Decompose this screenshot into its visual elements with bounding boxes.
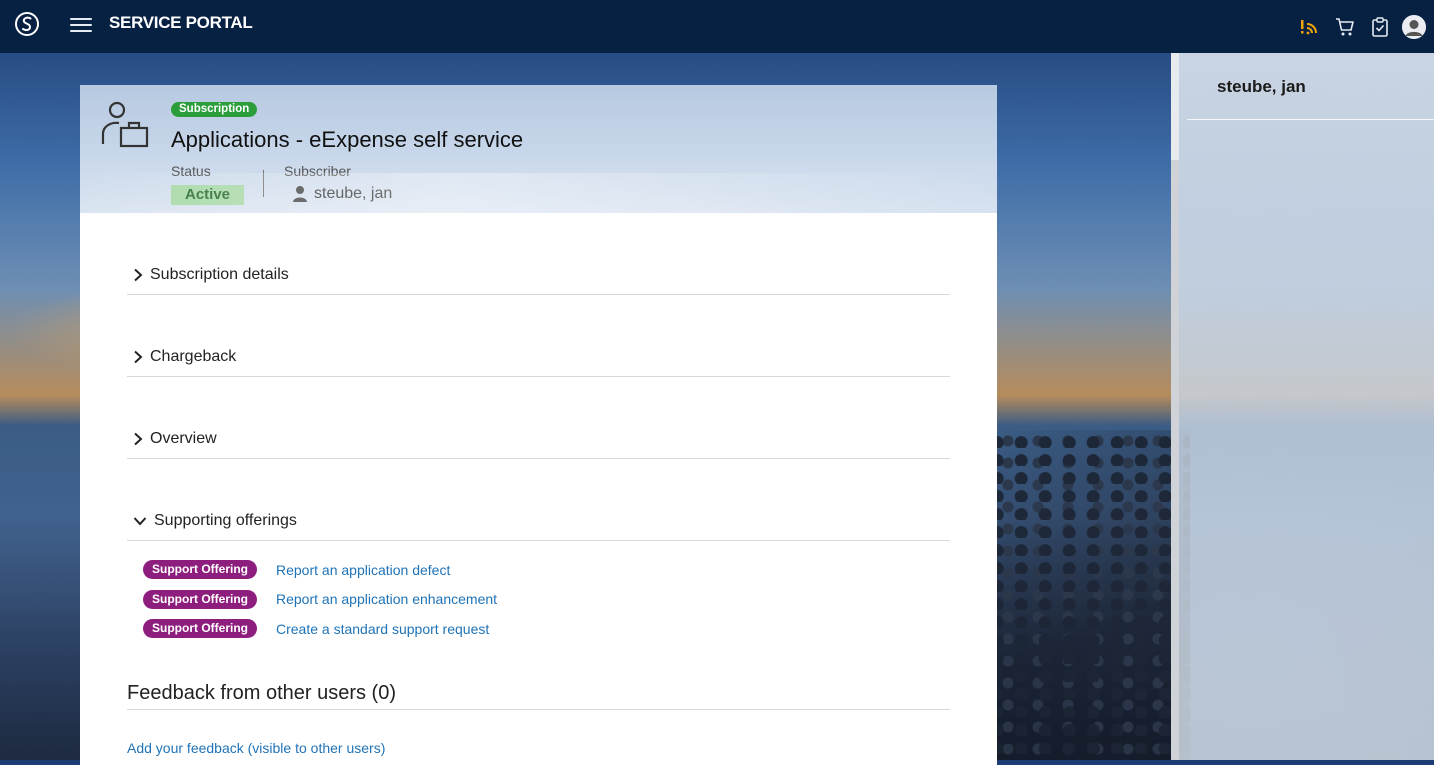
subscriber-name: steube, jan: [314, 185, 393, 202]
notifications-icon[interactable]: [1294, 11, 1326, 43]
section-label: Chargeback: [150, 348, 237, 365]
header-divider: [263, 170, 264, 197]
side-panel-divider: [1187, 119, 1434, 120]
section-label: Overview: [150, 430, 217, 447]
section-chargeback: Chargeback: [127, 295, 950, 377]
requests-clipboard-icon[interactable]: [1364, 11, 1396, 43]
add-feedback-link[interactable]: Add your feedback (visible to other user…: [127, 740, 950, 756]
section-toggle-supporting-offerings[interactable]: Supporting offerings: [133, 512, 297, 530]
section-toggle-subscription-details[interactable]: Subscription details: [133, 266, 289, 284]
chevron-right-icon: [134, 432, 143, 446]
support-offering-badge: Support Offering: [143, 619, 257, 639]
subscriber-label: Subscriber: [284, 163, 351, 179]
list-item: Support Offering Report an application e…: [127, 585, 950, 615]
user-side-panel: steube, jan: [1179, 53, 1434, 760]
support-offering-badge: Support Offering: [143, 560, 257, 580]
scrollbar-thumb[interactable]: [1171, 160, 1179, 760]
header-actions: [1291, 0, 1434, 53]
section-toggle-overview[interactable]: Overview: [133, 430, 217, 448]
section-overview: Overview: [127, 377, 950, 459]
subscription-body: Subscription details Chargeback Overview…: [80, 213, 997, 756]
chevron-right-icon: [134, 350, 143, 364]
list-item: Support Offering Create a standard suppo…: [127, 614, 950, 644]
page-title: Applications - eExpense self service: [171, 127, 524, 152]
supporting-offerings-list: Support Offering Report an application d…: [127, 541, 950, 644]
section-subscription-details: Subscription details: [127, 213, 950, 295]
user-avatar-icon[interactable]: [1402, 14, 1426, 39]
chevron-right-icon: [134, 268, 143, 282]
subscriber-value: steube, jan: [292, 185, 392, 203]
chevron-down-icon: [133, 517, 147, 526]
cart-icon[interactable]: [1329, 11, 1361, 43]
section-label: Supporting offerings: [154, 512, 297, 529]
subscription-badge: Subscription: [171, 102, 258, 117]
status-badge: Active: [171, 185, 245, 205]
menu-icon[interactable]: [70, 14, 92, 34]
section-label: Subscription details: [150, 266, 289, 283]
section-supporting-offerings: Supporting offerings: [127, 459, 950, 541]
status-label: Status: [171, 163, 211, 179]
side-panel-user-name: steube, jan: [1217, 77, 1306, 96]
offering-link-report-enhancement[interactable]: Report an application enhancement: [276, 591, 497, 607]
background-image: [990, 430, 1190, 760]
servicenow-logo-icon[interactable]: [13, 10, 41, 38]
person-icon: [293, 186, 307, 202]
support-offering-badge: Support Offering: [143, 589, 257, 609]
portal-title[interactable]: SERVICE PORTAL: [109, 13, 253, 33]
list-item: Support Offering Report an application d…: [127, 555, 950, 585]
offering-link-report-defect[interactable]: Report an application defect: [276, 562, 450, 578]
subscription-card: Subscription Applications - eExpense sel…: [80, 85, 997, 765]
feedback-heading: Feedback from other users (0): [127, 682, 950, 710]
section-toggle-chargeback[interactable]: Chargeback: [133, 348, 236, 366]
user-subscription-icon: [101, 101, 149, 148]
top-navigation-bar: SERVICE PORTAL: [0, 0, 1434, 53]
subscription-header: Subscription Applications - eExpense sel…: [80, 85, 997, 213]
offering-link-standard-request[interactable]: Create a standard support request: [276, 621, 489, 637]
